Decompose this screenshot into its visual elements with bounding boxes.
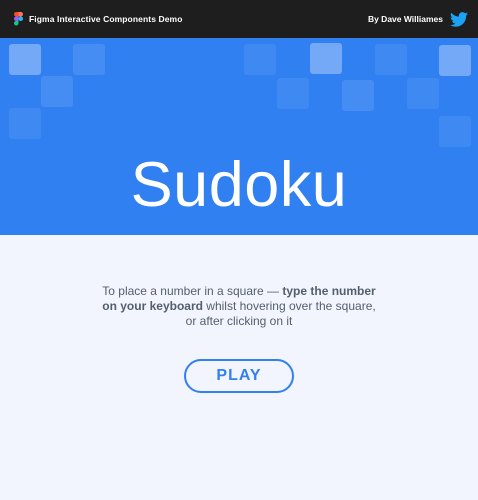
- decorative-square: [310, 43, 342, 74]
- twitter-icon[interactable]: [450, 11, 468, 27]
- page-title: Sudoku: [130, 150, 348, 220]
- top-bar: Figma Interactive Components Demo By Dav…: [0, 0, 478, 38]
- decorative-square: [9, 108, 41, 139]
- instructions-text-start: To place a number in a square —: [102, 284, 283, 298]
- topbar-right: By Dave Williames: [367, 11, 468, 27]
- author-label: By Dave Williames: [367, 14, 443, 24]
- decorative-square: [439, 45, 471, 76]
- decorative-square: [342, 80, 374, 111]
- topbar-left: Figma Interactive Components Demo: [14, 12, 183, 26]
- instructions-text-end: whilst hovering over the square, or afte…: [185, 299, 376, 328]
- instructions-text: To place a number in a square — type the…: [100, 284, 378, 329]
- app-title: Figma Interactive Components Demo: [29, 14, 183, 24]
- decorative-square: [244, 44, 276, 75]
- decorative-square: [375, 44, 407, 75]
- figma-logo-icon: [14, 12, 23, 26]
- hero-banner: Sudoku: [0, 38, 478, 235]
- main-content: To place a number in a square — type the…: [0, 235, 478, 500]
- decorative-square: [9, 44, 41, 75]
- play-button[interactable]: PLAY: [184, 359, 294, 393]
- decorative-square: [407, 78, 439, 109]
- decorative-square: [439, 116, 471, 147]
- decorative-square: [73, 44, 105, 75]
- decorative-square: [277, 78, 309, 109]
- decorative-square: [41, 76, 73, 107]
